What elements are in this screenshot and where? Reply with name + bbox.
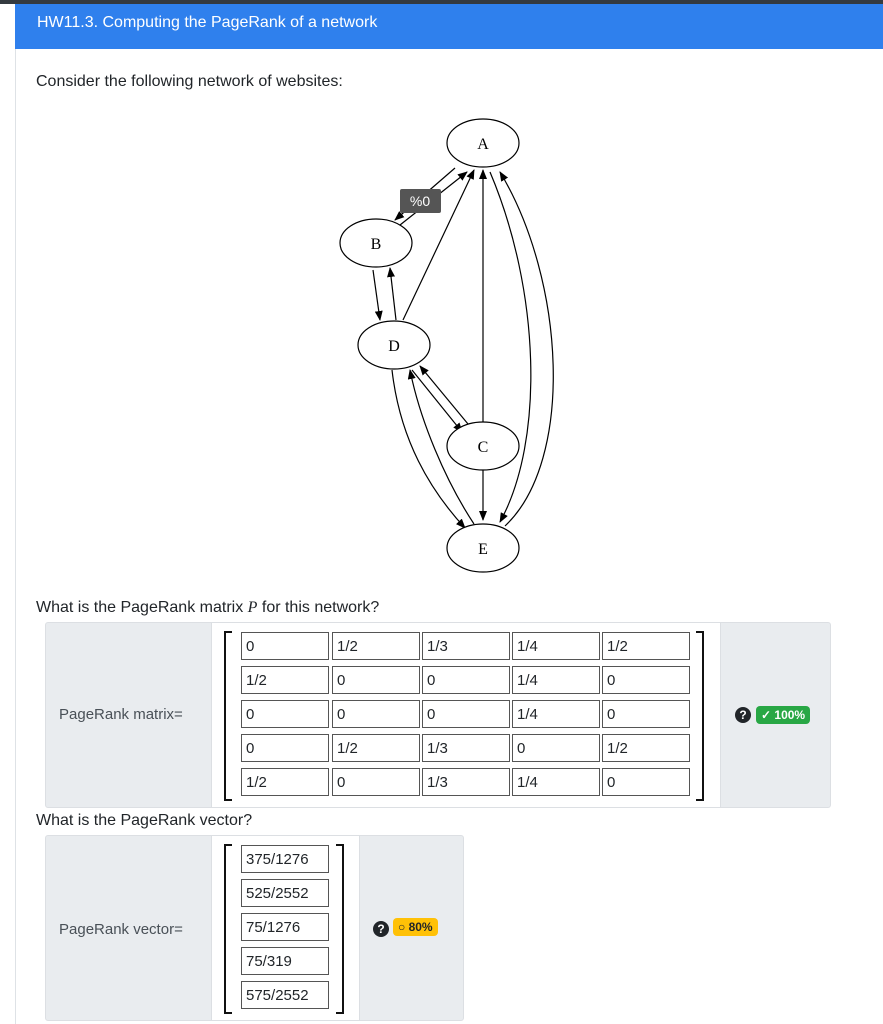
node-b-label: B xyxy=(371,236,382,253)
matrix-cell-r4-c1[interactable]: 0 xyxy=(241,734,329,762)
card-border xyxy=(15,49,16,1024)
question-title: HW11.3. Computing the PageRank of a netw… xyxy=(37,14,378,31)
edge-d-c xyxy=(411,369,463,433)
matrix-cell-r4-c3[interactable]: 1/3 xyxy=(422,734,510,762)
edge-b-d xyxy=(372,269,383,321)
matrix-cell-r5-c2[interactable]: 0 xyxy=(332,768,420,796)
vector-prompt: What is the PageRank vector? xyxy=(36,812,253,829)
edge-e-a xyxy=(499,171,554,527)
matrix-cell-r4-c2[interactable]: 1/2 xyxy=(332,734,420,762)
score-badge: ○ 80% xyxy=(393,918,438,936)
matrix-cell-r2-c4[interactable]: 1/4 xyxy=(512,666,600,694)
matrix-label: PageRank matrix= xyxy=(59,706,183,723)
matrix-cell-r1-c1[interactable]: 0 xyxy=(241,632,329,660)
matrix-prompt: What is the PageRank matrix P for this n… xyxy=(36,599,379,617)
vector-input-group: PageRank vector= 375/1276 525/2552 75/1276… xyxy=(45,835,464,1021)
node-d-label: D xyxy=(388,338,400,355)
matrix-cell-r1-c3[interactable]: 1/3 xyxy=(422,632,510,660)
right-bracket xyxy=(696,631,704,801)
question-circle-icon[interactable]: ? xyxy=(373,921,389,937)
network-graph: A B C D E %0 xyxy=(339,118,554,573)
question-circle-icon[interactable]: ? xyxy=(735,707,751,723)
matrix-cell-r1-c4[interactable]: 1/4 xyxy=(512,632,600,660)
matrix-cell-r2-c2[interactable]: 0 xyxy=(332,666,420,694)
matrix-cell-r3-c2[interactable]: 0 xyxy=(332,700,420,728)
vector-cell-1[interactable]: 375/1276 xyxy=(241,845,329,873)
edge-c-d xyxy=(419,365,469,425)
matrix-cell-r3-c5[interactable]: 0 xyxy=(602,700,690,728)
matrix-cell-r3-c1[interactable]: 0 xyxy=(241,700,329,728)
matrix-prompt-text-end: for this network? xyxy=(257,599,380,616)
vector-cell-4[interactable]: 75/319 xyxy=(241,947,329,975)
intro-text: Consider the following network of websit… xyxy=(36,73,343,90)
matrix-cell-r2-c1[interactable]: 1/2 xyxy=(241,666,329,694)
left-bracket xyxy=(224,631,232,801)
vector-area: 375/1276 525/2552 75/1276 75/319 575/2552 xyxy=(211,836,360,1020)
right-bracket xyxy=(336,844,344,1014)
matrix-cell-r2-c5[interactable]: 0 xyxy=(602,666,690,694)
left-bracket xyxy=(224,844,232,1014)
node-a-label: A xyxy=(477,136,489,153)
matrix-cell-r5-c3[interactable]: 1/3 xyxy=(422,768,510,796)
matrix-cell-r1-c2[interactable]: 1/2 xyxy=(332,632,420,660)
vector-label: PageRank vector= xyxy=(59,921,183,938)
matrix-cell-r5-c4[interactable]: 1/4 xyxy=(512,768,600,796)
matrix-cell-r2-c3[interactable]: 0 xyxy=(422,666,510,694)
edge-tooltip: %0 xyxy=(400,189,441,213)
matrix-cell-r3-c3[interactable]: 0 xyxy=(422,700,510,728)
node-e-label: E xyxy=(478,541,488,558)
matrix-area: 0 1/2 1/3 1/4 1/2 1/2 0 0 1/4 0 0 0 0 1/4 0 0 1/2 1/3 0 1/2… xyxy=(211,623,721,807)
matrix-cell-r1-c5[interactable]: 1/2 xyxy=(602,632,690,660)
vector-cell-2[interactable]: 525/2552 xyxy=(241,879,329,907)
matrix-cell-r4-c4[interactable]: 0 xyxy=(512,734,600,762)
vector-cell-3[interactable]: 75/1276 xyxy=(241,913,329,941)
edge-tooltip-text: %0 xyxy=(410,193,430,209)
matrix-input-group: PageRank matrix= 0 1/2 1/3 1/4 1/2 1/2 0 0 1/4 0 0… xyxy=(45,622,831,808)
edge-d-b xyxy=(387,267,397,321)
matrix-cell-r5-c1[interactable]: 1/2 xyxy=(241,768,329,796)
matrix-cell-r3-c4[interactable]: 1/4 xyxy=(512,700,600,728)
matrix-cell-r4-c5[interactable]: 1/2 xyxy=(602,734,690,762)
matrix-cell-r5-c5[interactable]: 0 xyxy=(602,768,690,796)
matrix-prompt-text: What is the PageRank matrix xyxy=(36,599,248,616)
question-header: HW11.3. Computing the PageRank of a netw… xyxy=(15,4,883,49)
vector-cell-5[interactable]: 575/2552 xyxy=(241,981,329,1009)
edge-a-e xyxy=(489,171,532,523)
node-c-label: C xyxy=(478,439,489,456)
matrix-symbol: P xyxy=(247,599,258,616)
score-badge: ✓ 100% xyxy=(756,706,811,724)
